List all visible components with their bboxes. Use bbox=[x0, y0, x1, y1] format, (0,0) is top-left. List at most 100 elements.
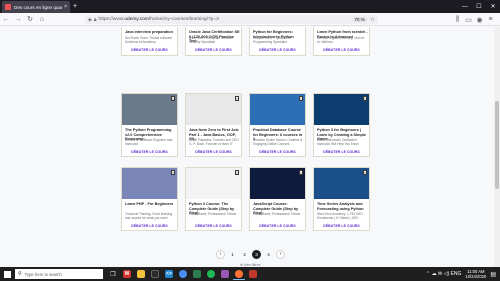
close-tab-icon[interactable]: × bbox=[64, 4, 67, 10]
task-view-icon[interactable]: ❐ bbox=[107, 268, 119, 280]
course-card[interactable]: i The Python Programming v2.0 Comprehensi… bbox=[121, 93, 178, 157]
lock-icon[interactable]: 🔒︎ bbox=[94, 17, 97, 23]
taskbar-pinned-apps: ❐ W <> bbox=[107, 268, 259, 280]
start-course-link[interactable]: DÉBUTER LE COURS bbox=[314, 224, 369, 228]
course-card[interactable]: i Java from Zero to First Job: Part 1 - J… bbox=[185, 93, 242, 157]
course-card[interactable]: Java interview preparation DevTeach Team,… bbox=[121, 27, 178, 56]
scrollbar-thumb[interactable] bbox=[495, 101, 499, 189]
course-options-icon[interactable]: i bbox=[363, 96, 367, 101]
course-options-icon[interactable]: i bbox=[235, 170, 239, 175]
start-course-link[interactable]: DÉBUTER LE COURS bbox=[122, 224, 177, 228]
back-arrow-icon[interactable]: ← bbox=[0, 13, 12, 25]
course-thumbnail[interactable] bbox=[314, 94, 369, 125]
notifications-icon[interactable]: ▤ bbox=[490, 271, 496, 278]
chrome-icon[interactable] bbox=[177, 268, 189, 280]
new-tab-icon[interactable]: + bbox=[73, 2, 77, 11]
udemy-favicon-icon bbox=[5, 4, 11, 10]
page-scrollbar[interactable] bbox=[494, 27, 500, 267]
previous-page-button[interactable]: ‹ bbox=[216, 249, 225, 259]
current-page-button[interactable]: 3 bbox=[252, 249, 261, 259]
course-thumbnail[interactable] bbox=[314, 168, 369, 199]
start-course-link[interactable]: DÉBUTER LE COURS bbox=[250, 48, 305, 52]
course-thumbnail[interactable] bbox=[122, 168, 177, 199]
course-card[interactable]: i Practical Database Course for Beginners… bbox=[249, 93, 306, 157]
start-course-link[interactable]: DÉBUTER LE COURS bbox=[314, 48, 369, 52]
course-author: Anatli Pasadina, Founder and CEO G. P. B… bbox=[189, 138, 239, 146]
home-icon[interactable]: ⌂ bbox=[36, 13, 48, 25]
maximize-icon[interactable]: ☐ bbox=[472, 0, 486, 13]
page-button[interactable]: 4 bbox=[264, 250, 273, 259]
course-options-icon[interactable]: i bbox=[299, 170, 303, 175]
url-text[interactable]: https://www.udemy.com/home/my-courses/le… bbox=[99, 17, 353, 22]
spotify-icon[interactable] bbox=[205, 268, 217, 280]
vscode-icon[interactable]: <> bbox=[163, 268, 175, 280]
course-options-icon[interactable]: i bbox=[171, 96, 175, 101]
course-thumbnail[interactable] bbox=[122, 94, 177, 125]
start-course-link[interactable]: DÉBUTER LE COURS bbox=[314, 150, 369, 154]
course-author: Com Tech - Computer Network Security Spe… bbox=[189, 36, 233, 44]
taskbar-search[interactable]: ⚲ Type here to search bbox=[15, 269, 103, 279]
course-options-icon[interactable]: i bbox=[235, 96, 239, 101]
course-options-icon[interactable]: i bbox=[299, 96, 303, 101]
clock-date: 10/24/2020 bbox=[465, 274, 487, 279]
url-bar[interactable]: ◈ 🔒︎ https://www.udemy.com/home/my-cours… bbox=[85, 15, 378, 24]
course-title[interactable]: Time Series Analysis and Forecasting usi… bbox=[317, 202, 368, 211]
account-icon[interactable]: ◉ bbox=[474, 14, 485, 26]
file-explorer-icon[interactable] bbox=[135, 268, 147, 280]
zoom-level-badge[interactable]: 70 % bbox=[352, 17, 367, 22]
course-thumbnail[interactable] bbox=[186, 168, 241, 199]
course-thumbnail[interactable] bbox=[250, 168, 305, 199]
course-card[interactable]: i Time Series Analysis and Forecasting us… bbox=[313, 167, 370, 231]
clock[interactable]: 11:00 AM 10/24/2020 bbox=[465, 269, 486, 279]
next-page-button[interactable]: › bbox=[276, 249, 285, 259]
minimize-icon[interactable]: — bbox=[458, 0, 472, 13]
page-button[interactable]: 2 bbox=[240, 250, 249, 259]
course-author: Creative Online School, Creative & Engag… bbox=[253, 138, 303, 146]
course-card[interactable]: Learn Python from scratch - Basics to Ad… bbox=[313, 27, 370, 56]
start-course-link[interactable]: DÉBUTER LE COURS bbox=[250, 224, 305, 228]
app-icon[interactable]: W bbox=[121, 268, 133, 280]
taskbar-search-placeholder: Type here to search bbox=[24, 271, 62, 277]
tray-icons[interactable]: ⌃ ☁ ✉ ◁) ENG bbox=[426, 271, 461, 277]
course-title[interactable]: Learn PHP - For Beginners bbox=[125, 202, 176, 207]
windows-taskbar: ⚲ Type here to search ❐ W <> ⌃ ☁ ✉ ◁) EN… bbox=[0, 267, 500, 281]
start-course-link[interactable]: DÉBUTER LE COURS bbox=[186, 150, 241, 154]
course-card[interactable]: i Learn PHP - For Beginners YouAccel Train… bbox=[121, 167, 178, 231]
app-icon[interactable] bbox=[149, 268, 161, 280]
course-author: Faisal Zamir, Professional Trainer bbox=[253, 212, 301, 216]
reload-icon[interactable]: ↻ bbox=[24, 13, 36, 25]
course-thumbnail[interactable] bbox=[250, 94, 305, 125]
window-close-icon[interactable]: ✕ bbox=[486, 0, 500, 13]
menu-icon[interactable]: ≡ bbox=[485, 14, 496, 26]
course-card[interactable]: i JavaScript Course: Complete Guide (Step… bbox=[249, 167, 306, 231]
bookmark-star-icon[interactable]: ☆ bbox=[370, 16, 375, 23]
course-options-icon[interactable]: i bbox=[171, 170, 175, 175]
shield-icon[interactable]: ◈ bbox=[88, 17, 92, 23]
browser-tab[interactable]: Des cours en ligne quand vous × bbox=[2, 1, 70, 13]
course-thumbnail[interactable] bbox=[186, 94, 241, 125]
start-course-link[interactable]: DÉBUTER LE COURS bbox=[122, 150, 177, 154]
page-button[interactable]: 1 bbox=[228, 250, 237, 259]
app-icon[interactable] bbox=[247, 268, 259, 280]
sidebar-icon[interactable]: ▭ bbox=[463, 14, 474, 26]
course-card[interactable]: Oracle Java Certification SE 8 (1Z0-808 … bbox=[185, 27, 242, 56]
course-author: Faisal Zamir, Professional Trainer bbox=[189, 212, 237, 216]
start-course-link[interactable]: DÉBUTER LE COURS bbox=[186, 48, 241, 52]
library-icon[interactable]: ⫼ bbox=[452, 14, 463, 26]
course-options-icon[interactable]: i bbox=[363, 170, 367, 175]
start-course-link[interactable]: DÉBUTER LE COURS bbox=[186, 224, 241, 228]
start-course-link[interactable]: DÉBUTER LE COURS bbox=[250, 150, 305, 154]
firefox-icon[interactable] bbox=[233, 268, 245, 280]
course-card[interactable]: Python for Beginners: Introduction to Py… bbox=[249, 27, 306, 56]
app-icon[interactable] bbox=[219, 268, 231, 280]
windows-start-button[interactable] bbox=[0, 267, 14, 281]
app-icon[interactable] bbox=[191, 268, 203, 280]
course-author: Ahmad B. Software Engineer and Instructo… bbox=[125, 138, 173, 146]
course-card[interactable]: i Python 3 Course: The Complete Guide (St… bbox=[185, 167, 242, 231]
forward-arrow-icon[interactable]: → bbox=[12, 13, 24, 25]
course-card[interactable]: i Python 3 for Beginners | Learn by Creat… bbox=[313, 93, 370, 157]
course-author: DevTeach Team, Tirnida software Solution… bbox=[125, 36, 173, 44]
pagination: ‹ 1 2 3 4 › bbox=[216, 249, 285, 259]
course-title[interactable]: Java interview preparation bbox=[125, 30, 176, 35]
start-course-link[interactable]: DÉBUTER LE COURS bbox=[122, 48, 177, 52]
